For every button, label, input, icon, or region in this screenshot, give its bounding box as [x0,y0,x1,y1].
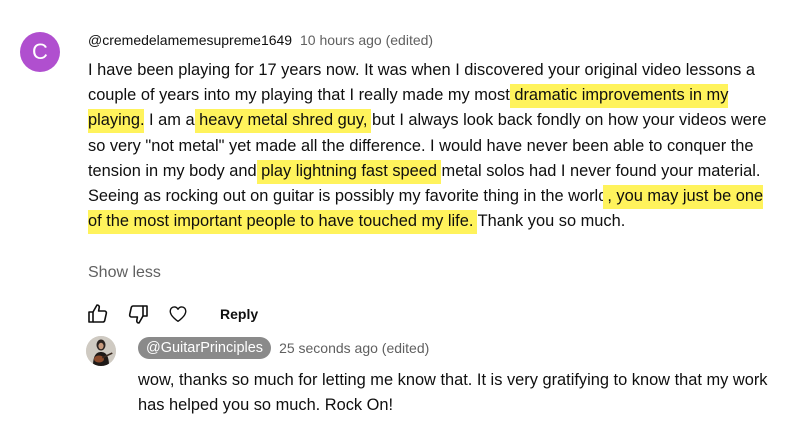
thumbs-down-icon [128,305,148,324]
comment-actions: Reply [84,300,258,328]
comment-timestamp[interactable]: 10 hours ago (edited) [300,32,433,48]
heart-button[interactable] [164,300,192,328]
commenter-avatar[interactable]: C [20,32,60,72]
reply-header: @GuitarPrinciples 25 seconds ago (edited… [138,337,429,359]
comment-text: I have been playing for 17 years now. It… [88,58,778,235]
reply-text: wow, thanks so much for letting me know … [138,371,768,414]
reply-timestamp[interactable]: 25 seconds ago (edited) [279,340,429,356]
thumbs-up-icon [88,304,108,323]
avatar-letter: C [32,39,48,64]
comment-header: @cremedelamemesupreme1649 10 hours ago (… [88,30,433,50]
reply-author-badge[interactable]: @GuitarPrinciples [138,337,272,359]
show-less-button[interactable]: Show less [88,262,161,284]
reply-avatar[interactable] [86,336,116,366]
reply-button[interactable]: Reply [220,306,258,322]
dislike-button[interactable] [124,300,152,328]
like-button[interactable] [84,300,112,328]
highlighted-text: play lightning fast speed [261,159,437,184]
heart-icon [169,306,187,323]
comment-author[interactable]: @cremedelamemesupreme1649 [88,32,292,48]
highlighted-text: heavy metal shred guy, [199,109,368,134]
guitarist-avatar-icon [86,336,116,366]
comment-text-segment: . I am a [139,111,200,130]
comment-text-segment: Thank you so much. [473,212,626,231]
